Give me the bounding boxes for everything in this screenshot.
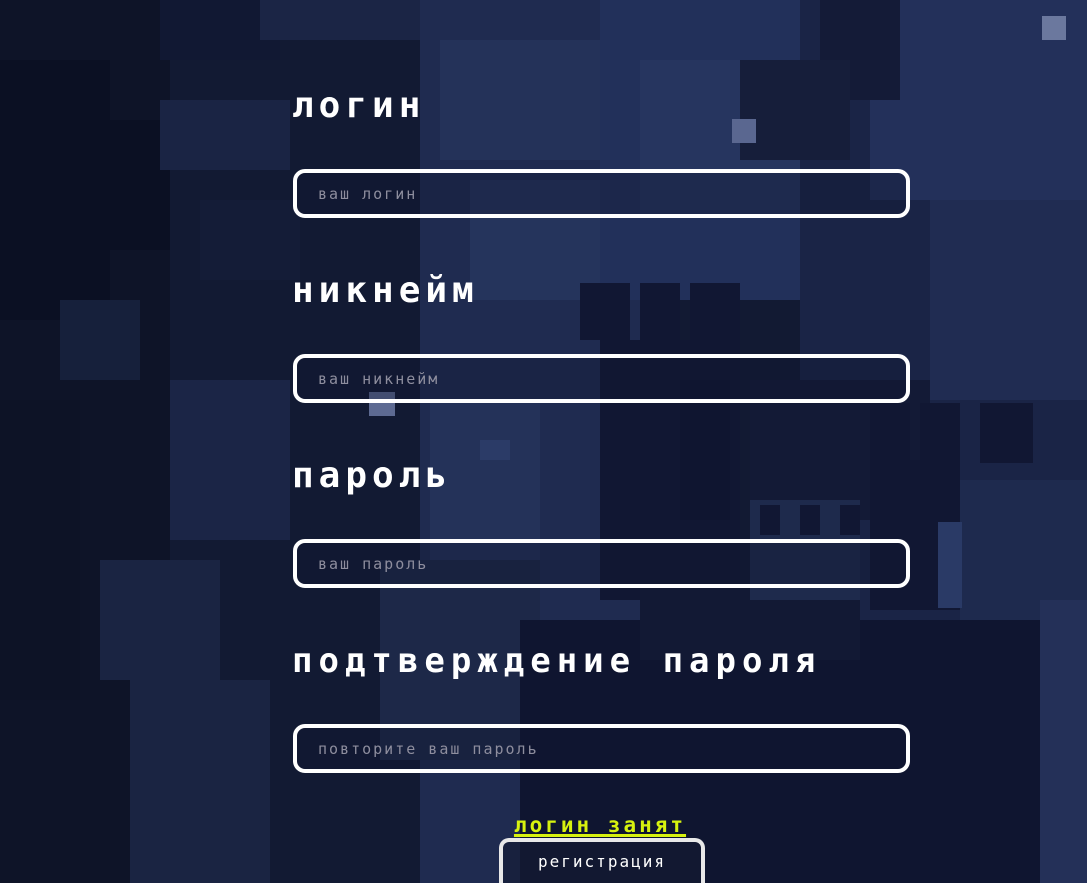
registration-form: логин никнейм пароль подтверждение парол… (0, 0, 1087, 883)
nickname-label: никнейм (292, 270, 479, 311)
register-button[interactable]: регистрация (499, 838, 705, 883)
confirm-password-label: подтверждение пароля (292, 641, 822, 681)
confirm-password-field[interactable] (293, 724, 910, 773)
password-field[interactable] (293, 539, 910, 588)
password-label: пароль (292, 455, 453, 496)
login-field[interactable] (293, 169, 910, 218)
error-message: логин занят (513, 813, 687, 837)
nickname-field[interactable] (293, 354, 910, 403)
login-label: логин (292, 85, 426, 126)
